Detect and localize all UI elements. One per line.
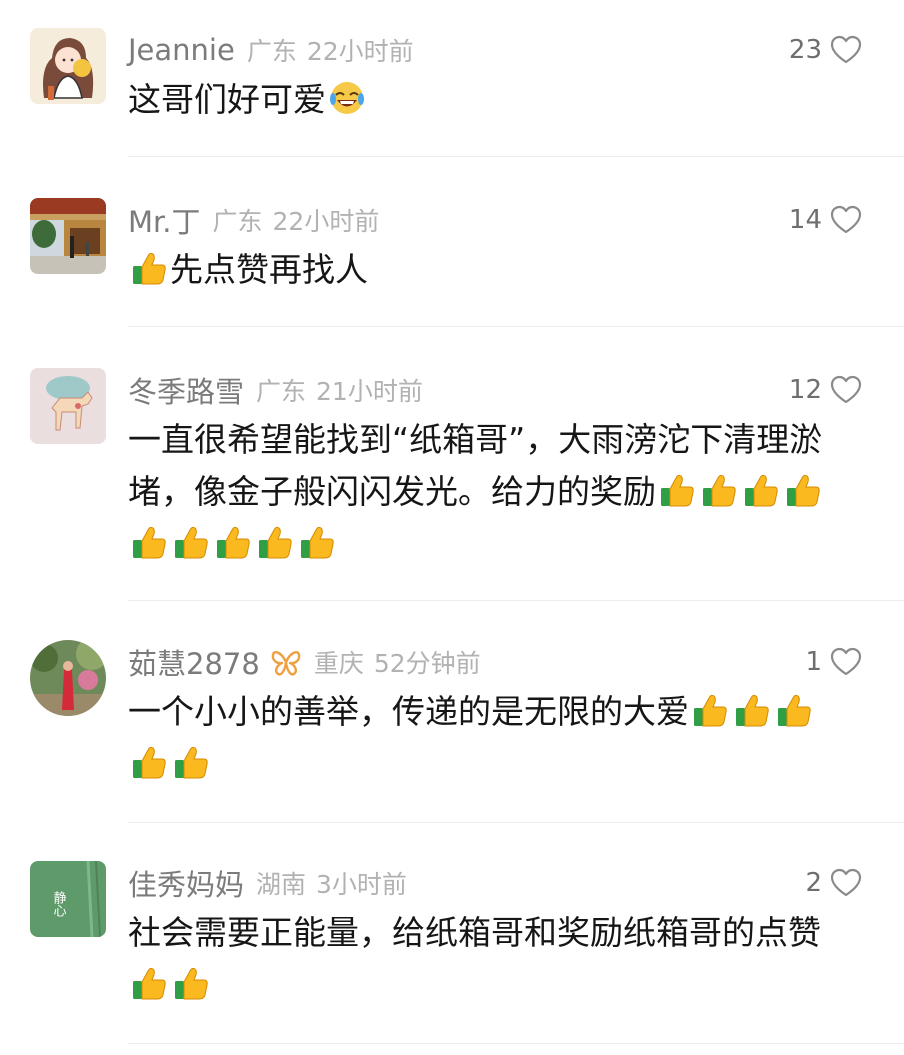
thumbs-up-emoji-icon: [259, 526, 292, 559]
like-count: 1: [805, 647, 822, 677]
comment-body: 先点赞再找人: [170, 250, 368, 289]
like-button[interactable]: 12: [789, 370, 862, 410]
heart-icon[interactable]: [830, 35, 862, 65]
timestamp: 22小时前: [306, 37, 414, 66]
location: 广东: [246, 37, 297, 66]
thumbs-up-emoji-icon: [778, 694, 811, 727]
heart-icon[interactable]: [830, 205, 862, 235]
thumbs-up-emoji-icon: [661, 474, 694, 507]
thumbs-up-emoji-icon: [175, 526, 208, 559]
comment-meta: 佳秀妈妈 湖南 3小时前: [128, 863, 407, 903]
username[interactable]: 茹慧2878: [128, 641, 260, 683]
emoji-group: [128, 965, 212, 1004]
like-count: 12: [788, 375, 822, 405]
timestamp: 22小时前: [272, 207, 380, 236]
comment-meta: Jeannie 广东 22小时前: [128, 30, 414, 70]
heart-icon[interactable]: [830, 868, 862, 898]
location: 广东: [212, 207, 263, 236]
like-count: 2: [805, 868, 822, 898]
laughing-crying-emoji-icon: [330, 82, 364, 114]
timestamp: 52分钟前: [373, 649, 481, 678]
thumbs-up-emoji-icon: [133, 746, 166, 779]
like-count: 14: [788, 205, 822, 235]
thumbs-up-emoji-icon: [301, 526, 334, 559]
comment-body: 社会需要正能量，给纸箱哥和奖励纸箱哥的点赞: [128, 913, 821, 952]
thumbs-up-emoji-icon: [703, 474, 736, 507]
comment-body: 一个小小的善举，传递的是无限的大爱: [128, 692, 689, 731]
username[interactable]: Jeannie: [128, 33, 235, 67]
thumbs-up-emoji-icon: [787, 474, 820, 507]
comment-text: 一直很希望能找到“纸箱哥”，大雨滂沱下清理淤堵，像金子般闪闪发光。给力的奖励: [128, 414, 840, 570]
username[interactable]: Mr.丁: [128, 199, 201, 241]
like-button[interactable]: 23: [789, 30, 862, 70]
butterfly-badge-icon: [271, 651, 301, 676]
divider: [128, 156, 904, 157]
thumbs-up-emoji-icon: [217, 526, 250, 559]
thumbs-up-emoji-icon: [175, 967, 208, 1000]
thumbs-up-emoji-icon: [133, 526, 166, 559]
divider: [128, 1043, 904, 1044]
location: 广东: [256, 377, 307, 406]
thumbs-up-emoji-icon: [175, 746, 208, 779]
like-button[interactable]: 1: [805, 642, 862, 682]
thumbs-up-emoji-icon: [745, 474, 778, 507]
avatar[interactable]: 静心: [30, 861, 106, 937]
thumbs-up-emoji-icon: [133, 967, 166, 1000]
avatar-deer-brooch-image: [30, 368, 106, 444]
divider: [128, 326, 904, 327]
heart-icon[interactable]: [830, 647, 862, 677]
comment-text: 这哥们好可爱: [128, 74, 840, 126]
comment-text: 先点赞再找人: [128, 244, 840, 296]
username[interactable]: 佳秀妈妈: [128, 862, 244, 904]
avatar[interactable]: [30, 368, 106, 444]
location: 重庆: [313, 649, 364, 678]
like-count: 23: [788, 35, 822, 65]
comment-text: 一个小小的善举，传递的是无限的大爱: [128, 686, 840, 790]
avatar[interactable]: [30, 198, 106, 274]
comment-meta: 冬季路雪 广东 21小时前: [128, 370, 423, 410]
thumbs-up-emoji-icon: [736, 694, 769, 727]
like-button[interactable]: 2: [805, 863, 862, 903]
comment-body: 这哥们好可爱: [128, 80, 326, 119]
avatar-calligraphy-image: 静心: [30, 861, 106, 937]
avatar[interactable]: [30, 28, 106, 104]
avatar-temple-photo-image: [30, 198, 106, 274]
divider: [128, 822, 904, 823]
avatar[interactable]: [30, 640, 106, 716]
comment-meta: 茹慧2878 重庆 52分钟前: [128, 642, 481, 682]
location: 湖南: [256, 870, 307, 899]
timestamp: 21小时前: [316, 377, 423, 406]
timestamp: 3小时前: [316, 870, 407, 899]
avatar-text: 静心: [51, 891, 67, 917]
comment-text: 社会需要正能量，给纸箱哥和奖励纸箱哥的点赞: [128, 907, 840, 1011]
heart-icon[interactable]: [830, 375, 862, 405]
avatar-cartoon-girl-image: [30, 28, 106, 104]
thumbs-up-emoji-icon: [133, 252, 166, 285]
thumbs-up-emoji-icon: [694, 694, 727, 727]
avatar-garden-photo-image: [30, 640, 106, 716]
like-button[interactable]: 14: [789, 200, 862, 240]
username[interactable]: 冬季路雪: [128, 369, 244, 411]
comment-meta: Mr.丁 广东 22小时前: [128, 200, 379, 240]
divider: [128, 600, 904, 601]
